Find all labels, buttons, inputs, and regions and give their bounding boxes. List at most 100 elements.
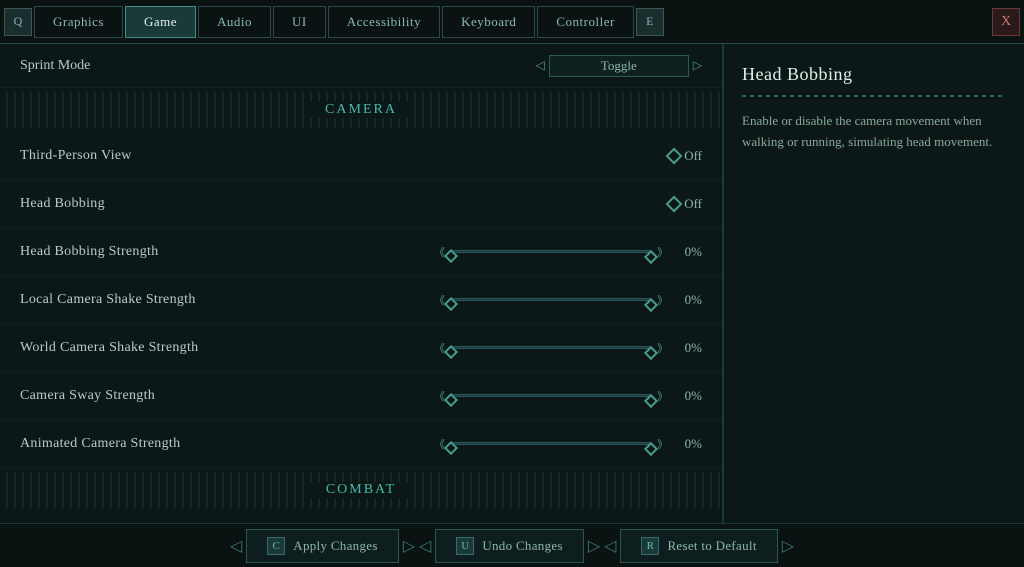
slider-diamond-right-2: [644, 298, 658, 312]
info-panel: Head Bobbing Enable or disable the camer…: [724, 44, 1024, 523]
slider-left-arrow-5[interactable]: 《: [434, 436, 445, 452]
settings-panel: Sprint Mode ◁ Toggle ▷ Camera Third-Pers…: [0, 44, 724, 523]
slider-track-wrapper-4[interactable]: [451, 386, 651, 406]
info-title: Head Bobbing: [742, 64, 1006, 85]
action-bar: ◁ C Apply Changes ▷ ◁ U Undo Changes ▷ ◁…: [0, 523, 1024, 567]
setting-row-head-bobbing-strength[interactable]: Head Bobbing Strength 《 》 0%: [0, 228, 722, 276]
head-bobbing-strength-value: 0%: [674, 244, 702, 260]
undo-label: Undo Changes: [482, 538, 563, 554]
apply-label: Apply Changes: [293, 538, 377, 554]
animated-camera-value: 0%: [674, 436, 702, 452]
reset-key: R: [641, 537, 659, 555]
slider-track-wrapper-2[interactable]: [451, 290, 651, 310]
tab-ui[interactable]: UI: [273, 6, 326, 38]
sprint-mode-label: Sprint Mode: [20, 58, 536, 74]
slider-diamond-right-3: [644, 346, 658, 360]
head-bobbing-control[interactable]: Off: [668, 196, 702, 212]
reset-to-default-button[interactable]: R Reset to Default: [620, 529, 777, 563]
tab-game[interactable]: Game: [125, 6, 196, 38]
slider-track-wrapper-3[interactable]: [451, 338, 651, 358]
head-bobbing-strength-label: Head Bobbing Strength: [20, 244, 434, 260]
animated-camera-label: Animated Camera Strength: [20, 436, 434, 452]
camera-sway-value: 0%: [674, 388, 702, 404]
tab-keyboard[interactable]: Keyboard: [442, 6, 535, 38]
slider-diamond-left-2: [444, 297, 458, 311]
slider-diamond-left-5: [444, 441, 458, 455]
slider-left-arrow-4[interactable]: 《: [434, 388, 445, 404]
third-person-view-value: Off: [684, 148, 702, 164]
sprint-arrow-left[interactable]: ◁: [536, 58, 545, 73]
slider-right-arrow[interactable]: 》: [657, 244, 668, 260]
tab-graphics[interactable]: Graphics: [34, 6, 123, 38]
slider-track-5: [451, 442, 651, 445]
sprint-arrow-right[interactable]: ▷: [693, 58, 702, 73]
world-camera-shake-value: 0%: [674, 340, 702, 356]
slider-track-2: [451, 298, 651, 301]
animated-camera-control[interactable]: 《 》 0%: [434, 434, 702, 454]
camera-section-header: Camera: [0, 92, 722, 128]
slider-left-arrow[interactable]: 《: [434, 244, 445, 260]
bracket-right-apply: ▷: [403, 536, 415, 556]
head-bobbing-strength-control[interactable]: 《 》 0%: [434, 242, 702, 262]
world-camera-shake-control[interactable]: 《 》 0%: [434, 338, 702, 358]
setting-row-local-camera-shake[interactable]: Local Camera Shake Strength 《 》 0%: [0, 276, 722, 324]
tab-accessibility[interactable]: Accessibility: [328, 6, 440, 38]
combat-section-label: Combat: [310, 482, 412, 498]
reset-label: Reset to Default: [667, 538, 756, 554]
sprint-mode-value: Toggle: [549, 55, 689, 77]
slider-diamond-right-4: [644, 394, 658, 408]
toggle-diamond-icon-2: [666, 195, 683, 212]
slider-left-arrow-2[interactable]: 《: [434, 292, 445, 308]
info-divider: [742, 95, 1006, 97]
slider-right-arrow-3[interactable]: 》: [657, 340, 668, 356]
camera-sway-label: Camera Sway Strength: [20, 388, 434, 404]
third-person-view-label: Third-Person View: [20, 148, 668, 164]
world-camera-shake-label: World Camera Shake Strength: [20, 340, 434, 356]
tab-controller[interactable]: Controller: [537, 6, 633, 38]
setting-row-auto-activate[interactable]: Auto Activate Companion Abilities On: [0, 512, 722, 523]
main-area: Sprint Mode ◁ Toggle ▷ Camera Third-Pers…: [0, 44, 1024, 523]
slider-track-wrapper[interactable]: [451, 242, 651, 262]
apply-key: C: [267, 537, 285, 555]
toggle-diamond-icon: [666, 147, 683, 164]
slider-right-arrow-5[interactable]: 》: [657, 436, 668, 452]
info-description: Enable or disable the camera movement wh…: [742, 111, 1006, 153]
setting-row-third-person-view[interactable]: Third-Person View Off: [0, 132, 722, 180]
slider-track: [451, 250, 651, 253]
camera-section-label: Camera: [309, 102, 413, 118]
bracket-left-undo: ◁: [419, 536, 431, 556]
slider-diamond-left-4: [444, 393, 458, 407]
slider-diamond-left-3: [444, 345, 458, 359]
head-bobbing-value: Off: [684, 196, 702, 212]
close-button[interactable]: X: [992, 8, 1020, 36]
slider-left-arrow-3[interactable]: 《: [434, 340, 445, 356]
camera-sway-control[interactable]: 《 》 0%: [434, 386, 702, 406]
undo-key: U: [456, 537, 474, 555]
apply-changes-button[interactable]: C Apply Changes: [246, 529, 398, 563]
third-person-view-control[interactable]: Off: [668, 148, 702, 164]
sprint-mode-control[interactable]: ◁ Toggle ▷: [536, 55, 702, 77]
slider-track-4: [451, 394, 651, 397]
undo-changes-button[interactable]: U Undo Changes: [435, 529, 584, 563]
setting-row-world-camera-shake[interactable]: World Camera Shake Strength 《 》 0%: [0, 324, 722, 372]
setting-row-sprint-mode: Sprint Mode ◁ Toggle ▷: [0, 44, 722, 88]
slider-track-wrapper-5[interactable]: [451, 434, 651, 454]
setting-row-head-bobbing[interactable]: Head Bobbing Off: [0, 180, 722, 228]
nav-key-right[interactable]: E: [636, 8, 664, 36]
bracket-left-reset: ◁: [604, 536, 616, 556]
bracket-left-apply: ◁: [230, 536, 242, 556]
local-camera-shake-control[interactable]: 《 》 0%: [434, 290, 702, 310]
slider-diamond-right: [644, 250, 658, 264]
slider-track-3: [451, 346, 651, 349]
tab-audio[interactable]: Audio: [198, 6, 271, 38]
bracket-right-undo: ▷: [588, 536, 600, 556]
slider-right-arrow-2[interactable]: 》: [657, 292, 668, 308]
local-camera-shake-value: 0%: [674, 292, 702, 308]
combat-section-header: Combat: [0, 472, 722, 508]
nav-bar: Q Graphics Game Audio UI Accessibility K…: [0, 0, 1024, 44]
nav-key-left[interactable]: Q: [4, 8, 32, 36]
setting-row-camera-sway[interactable]: Camera Sway Strength 《 》 0%: [0, 372, 722, 420]
slider-right-arrow-4[interactable]: 》: [657, 388, 668, 404]
slider-diamond-right-5: [644, 442, 658, 456]
setting-row-animated-camera[interactable]: Animated Camera Strength 《 》 0%: [0, 420, 722, 468]
